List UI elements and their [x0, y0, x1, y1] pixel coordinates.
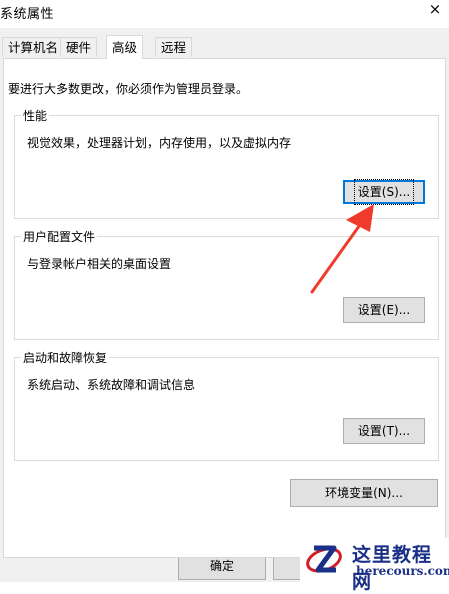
startup-recovery-group: 启动和故障恢复 系统启动、系统故障和调试信息 设置(T)... — [14, 349, 439, 461]
tab-advanced[interactable]: 高级 — [106, 35, 144, 59]
performance-description: 视觉效果，处理器计划，内存使用，以及虚拟内存 — [27, 136, 292, 150]
window-title: 系统属性 — [0, 7, 55, 22]
user-profiles-description: 与登录帐户相关的桌面设置 — [27, 257, 172, 271]
startup-recovery-legend: 启动和故障恢复 — [21, 349, 110, 366]
watermark-url-text: herecours.com — [356, 564, 449, 578]
user-profiles-settings-button[interactable]: 设置(E)... — [343, 297, 425, 323]
tab-computer-name[interactable]: 计算机名 — [2, 37, 65, 57]
startup-recovery-settings-button[interactable]: 设置(T)... — [343, 418, 425, 444]
environment-variables-button[interactable]: 环境变量(N)... — [290, 479, 438, 507]
dialog-body: 计算机名 硬件 高级 远程 要进行大多数更改，你必须作为管理员登录。 性能 视觉… — [0, 28, 449, 582]
performance-legend: 性能 — [21, 107, 50, 124]
watermark: 这里教程网 herecours.com — [300, 538, 449, 593]
red-arrow-annotation — [310, 204, 374, 294]
tab-hardware[interactable]: 硬件 — [60, 37, 98, 57]
close-icon[interactable]: × — [425, 0, 445, 18]
startup-recovery-description: 系统启动、系统故障和调试信息 — [27, 378, 196, 392]
admin-notice: 要进行大多数更改，你必须作为管理员登录。 — [8, 82, 249, 96]
tab-remote[interactable]: 远程 — [155, 37, 193, 57]
advanced-panel: 要进行大多数更改，你必须作为管理员登录。 性能 视觉效果，处理器计划，内存使用，… — [3, 58, 446, 558]
watermark-logo-icon — [306, 545, 342, 573]
user-profiles-legend: 用户配置文件 — [21, 228, 98, 245]
title-bar: 系统属性 × — [0, 0, 449, 28]
